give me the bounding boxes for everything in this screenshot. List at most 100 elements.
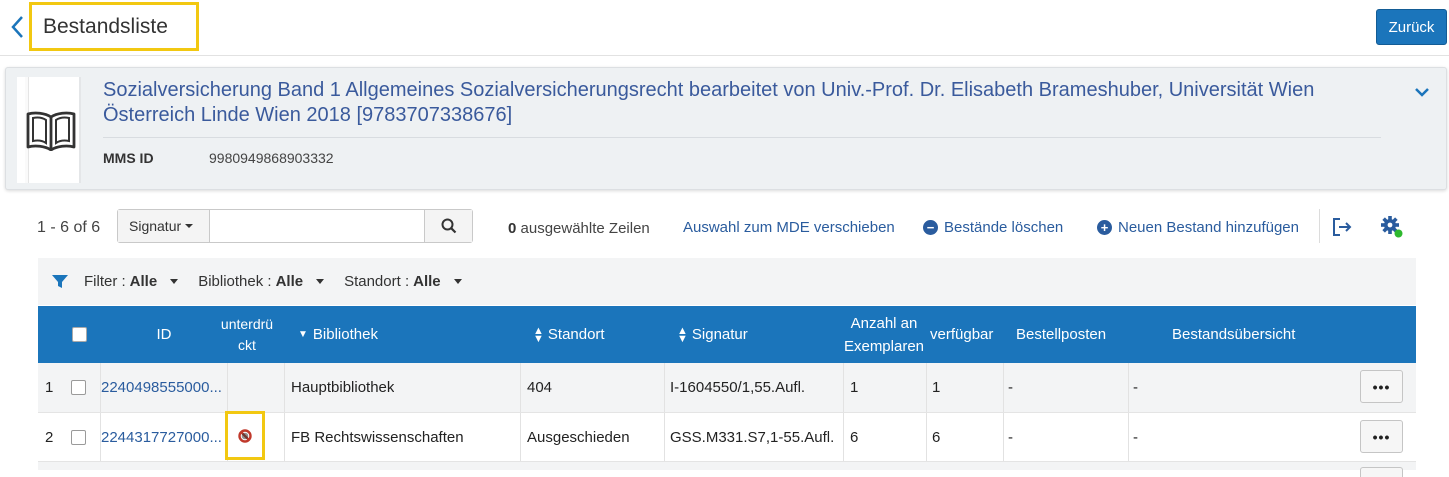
search-field-select-label: Signatur	[129, 218, 182, 234]
column-library-label: Bibliothek	[312, 326, 378, 343]
page-title-highlight: Bestandsliste	[29, 2, 199, 51]
column-header-orders[interactable]: Bestellposten	[1016, 306, 1106, 363]
column-orders-label: Bestellposten	[1016, 326, 1107, 343]
search-input[interactable]	[210, 210, 424, 242]
library-filter-label: Bibliothek :	[198, 273, 272, 290]
row-number: 2	[45, 429, 54, 446]
row-actions-button[interactable]: •••	[1360, 370, 1403, 403]
mms-id-value: 9980949868903332	[209, 150, 334, 166]
search-icon	[441, 218, 456, 234]
record-thumbnail	[17, 77, 79, 183]
location-cell: Ausgeschieden	[527, 429, 630, 446]
search-button[interactable]	[424, 210, 472, 242]
move-to-mde-label: Auswahl zum MDE verschieben	[683, 219, 895, 236]
select-all-checkbox[interactable]	[72, 327, 87, 342]
filter-dropdown-location[interactable]: Standort : Alle	[344, 273, 462, 290]
record-title-link[interactable]: Sozialversicherung Band 1 Allgemeines So…	[103, 78, 1373, 128]
filter-value: Alle	[129, 273, 158, 290]
suppressed-highlight	[225, 411, 265, 460]
orders-cell: -	[1008, 379, 1013, 396]
selected-rows-info: 0 ausgewählte Zeilen	[508, 220, 650, 237]
sort-icon: ▲ ▼	[533, 324, 544, 345]
sort-icon: ▲ ▼	[677, 324, 688, 345]
holding-id-link[interactable]: 2244317727000...	[101, 429, 222, 446]
delete-holdings-link[interactable]: − Bestände löschen	[923, 219, 1063, 236]
sort-desc-icon: ▼	[298, 329, 308, 340]
export-icon[interactable]	[1331, 216, 1353, 238]
library-cell: FB Rechtswissenschaften	[291, 429, 464, 446]
page-title: Bestandsliste	[43, 14, 168, 38]
column-id-label: ID	[156, 326, 172, 343]
record-divider	[103, 137, 1381, 138]
row-select-cell	[71, 413, 86, 462]
chevron-down-icon[interactable]	[1412, 82, 1432, 102]
column-header-call-number[interactable]: ▲ ▼ Signatur	[677, 306, 748, 363]
column-header-location[interactable]: ▲ ▼ Standort	[533, 306, 605, 363]
column-call-number-label: Signatur	[691, 326, 748, 343]
holding-id-link[interactable]: 2240498555000...	[101, 379, 222, 396]
add-holding-link[interactable]: + Neuen Bestand hinzufügen	[1097, 219, 1299, 236]
delete-holdings-label: Bestände löschen	[944, 219, 1064, 236]
overview-cell: -	[1133, 429, 1138, 446]
book-icon	[26, 111, 76, 151]
available-cell: 6	[932, 429, 941, 446]
column-suppressed-label-1: unterdrü	[220, 315, 274, 332]
table-row: 2 2244317727000... FB Rechtswissenschaft…	[38, 411, 1416, 462]
column-copies-label-2: Exemplaren	[843, 337, 925, 355]
toolbar-divider	[1319, 209, 1320, 243]
back-chevron-icon[interactable]	[8, 14, 28, 40]
column-location-label: Standort	[547, 326, 605, 343]
caret-down-icon	[185, 224, 194, 228]
search-field-select[interactable]: Signatur	[118, 210, 210, 242]
row-select-cell	[71, 363, 86, 412]
overview-cell: -	[1133, 379, 1138, 396]
column-header-overview[interactable]: Bestandsübersicht	[1172, 306, 1295, 363]
back-button[interactable]: Zurück	[1376, 9, 1447, 45]
copies-cell: 1	[850, 379, 859, 396]
available-cell: 1	[932, 379, 941, 396]
location-filter-label: Standort :	[344, 273, 410, 290]
column-suppressed-label-2: ckt	[238, 336, 256, 353]
row-id-cell: 2240498555000...	[101, 363, 222, 412]
row-number: 1	[45, 379, 54, 396]
filter-icon	[52, 274, 68, 288]
gear-icon[interactable]	[1380, 215, 1404, 239]
row-actions-button[interactable]: •••	[1360, 420, 1403, 453]
library-filter-value: Alle	[275, 273, 304, 290]
add-holding-label: Neuen Bestand hinzufügen	[1118, 219, 1299, 236]
move-to-mde-link[interactable]: Auswahl zum MDE verschieben	[683, 219, 895, 236]
orders-cell: -	[1008, 429, 1013, 446]
record-summary-card: Sozialversicherung Band 1 Allgemeines So…	[5, 67, 1447, 190]
filter-label: Filter :	[84, 273, 126, 290]
table-row: 1 2240498555000... Hauptbibliothek 404 I…	[38, 363, 1416, 412]
column-header-suppressed[interactable]: unterdrü ckt	[221, 306, 273, 363]
minus-circle-icon: −	[923, 220, 938, 235]
column-overview-label: Bestandsübersicht	[1172, 326, 1296, 343]
library-cell: Hauptbibliothek	[291, 379, 395, 396]
selected-count: 0	[508, 220, 517, 237]
column-header-available[interactable]: verfügbar	[930, 306, 993, 363]
plus-circle-icon: +	[1097, 220, 1112, 235]
call-number-cell: GSS.M331.S7,1-55.Aufl.	[670, 429, 835, 446]
column-available-label: verfügbar	[930, 326, 994, 343]
row-checkbox[interactable]	[71, 430, 86, 445]
column-header-copies[interactable]: Anzahl an Exemplaren	[842, 306, 926, 363]
location-cell: 404	[527, 379, 553, 396]
column-copies-label-1: Anzahl an	[850, 314, 918, 332]
filter-dropdown-filter[interactable]: Filter : Alle	[84, 273, 179, 290]
top-bar: Bestandsliste Zurück	[0, 0, 1449, 56]
select-all-cell	[72, 306, 87, 363]
row-checkbox[interactable]	[71, 380, 86, 395]
mms-id-label: MMS ID	[103, 150, 154, 166]
column-header-library[interactable]: ▼ Bibliothek	[298, 306, 378, 363]
result-count: 1 - 6 of 6	[37, 219, 101, 236]
column-header-id[interactable]: ID	[101, 306, 227, 363]
row-actions-button-partial[interactable]	[1360, 467, 1403, 477]
call-number-cell: I-1604550/1,55.Aufl.	[670, 379, 806, 396]
copies-cell: 6	[850, 429, 859, 446]
row-id-cell: 2244317727000...	[101, 413, 222, 462]
table-row-partial	[38, 461, 1416, 477]
filter-dropdown-library[interactable]: Bibliothek : Alle	[198, 273, 325, 290]
search-group: Signatur	[117, 209, 473, 243]
location-filter-value: Alle	[413, 273, 441, 290]
